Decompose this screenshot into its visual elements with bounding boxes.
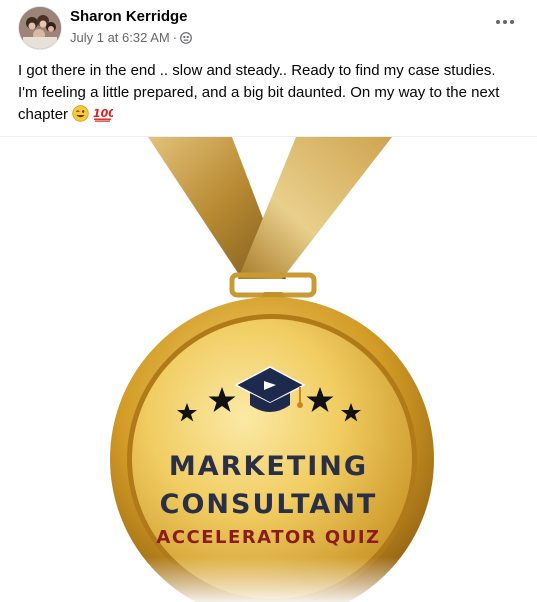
post-header: Sharon Kerridge July 1 at 6:32 AM ·: [0, 0, 537, 56]
avatar[interactable]: [18, 6, 62, 50]
post-text: I got there in the end .. slow and stead…: [18, 60, 518, 129]
post-timestamp[interactable]: July 1 at 6:32 AM: [70, 30, 170, 45]
post-image[interactable]: MARKETING CONSULTANT ACCELERATOR QUIZ: [0, 136, 537, 602]
more-options-button[interactable]: [489, 10, 521, 34]
ribbon-right: [238, 137, 392, 279]
post-meta: July 1 at 6:32 AM ·: [70, 30, 192, 45]
author-name[interactable]: Sharon Kerridge: [70, 8, 188, 25]
medal-subtitle: ACCELERATOR QUIZ: [156, 527, 381, 548]
medal-title-line2: CONSULTANT: [159, 489, 378, 520]
meta-separator: ·: [172, 30, 178, 45]
svg-text:100: 100: [93, 107, 113, 120]
more-dots-icon: [496, 20, 514, 24]
hundred-points-icon: 100: [93, 105, 117, 129]
feed-post: Sharon Kerridge July 1 at 6:32 AM · I go: [0, 0, 537, 602]
medal-title-line1: MARKETING: [168, 451, 369, 482]
winking-face-icon: [72, 105, 89, 129]
avatar-photo: [19, 7, 61, 49]
post-body: I got there in the end .. slow and stead…: [18, 62, 500, 123]
audience-icon[interactable]: [180, 31, 192, 44]
